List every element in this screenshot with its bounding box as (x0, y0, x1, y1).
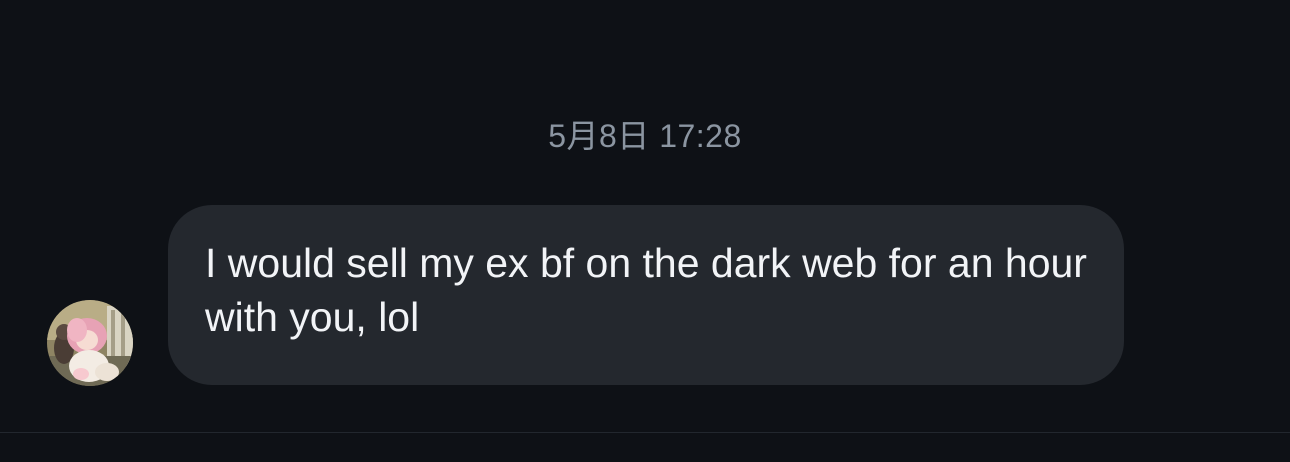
divider (0, 432, 1290, 433)
avatar[interactable] (47, 300, 133, 386)
message-text: I would sell my ex bf on the dark web fo… (205, 240, 1087, 340)
avatar-image (47, 300, 133, 386)
message-timestamp: 5月8日 17:28 (548, 118, 742, 154)
message-bubble[interactable]: I would sell my ex bf on the dark web fo… (168, 205, 1124, 385)
